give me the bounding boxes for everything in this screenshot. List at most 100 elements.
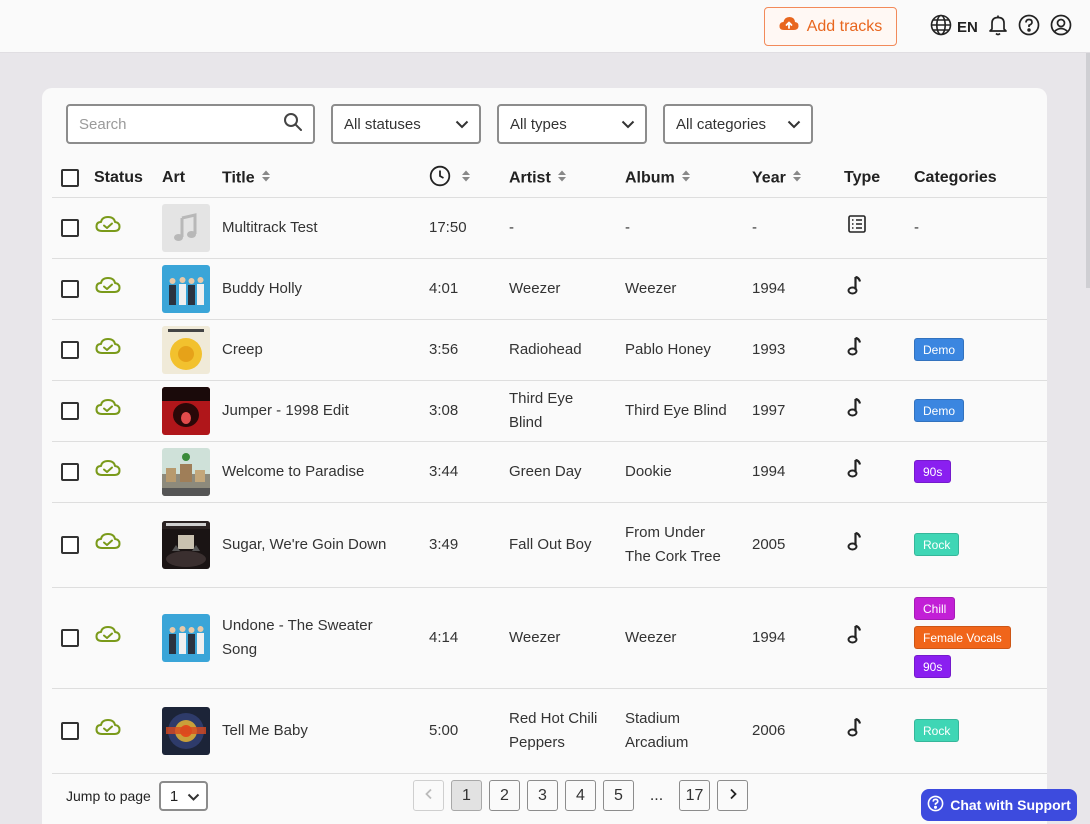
music-note-icon xyxy=(844,458,863,486)
help-icon[interactable] xyxy=(1018,14,1040,41)
table-row[interactable]: Multitrack Test 17:50 - - - - xyxy=(52,197,1047,259)
album-art xyxy=(162,264,210,313)
category-badge[interactable]: Demo xyxy=(914,338,965,361)
jump-to-page-value: 1 xyxy=(169,787,179,805)
music-note-icon xyxy=(844,275,863,303)
cloud-check-icon xyxy=(94,398,121,424)
category-badge[interactable]: 90s xyxy=(914,655,952,678)
category-badge[interactable]: Rock xyxy=(914,533,960,556)
duration-header[interactable] xyxy=(429,160,509,198)
sort-icon xyxy=(792,169,802,188)
page-button-last[interactable]: 17 xyxy=(679,780,710,811)
track-title[interactable]: Creep xyxy=(222,341,263,358)
track-artist: Third Eye Blind xyxy=(509,389,574,431)
category-badges: Demo xyxy=(914,399,1047,422)
album-art xyxy=(162,203,210,252)
track-duration: 4:01 xyxy=(429,279,459,297)
music-note-icon xyxy=(844,336,863,364)
track-title[interactable]: Jumper - 1998 Edit xyxy=(222,402,349,419)
track-title[interactable]: Sugar, We're Goin Down xyxy=(222,536,386,553)
select-all-checkbox[interactable] xyxy=(61,169,79,188)
row-checkbox[interactable] xyxy=(61,340,79,359)
status-header: Status xyxy=(94,160,162,198)
music-note-icon xyxy=(844,624,863,652)
search-input[interactable] xyxy=(79,115,269,133)
category-badge[interactable]: Female Vocals xyxy=(914,626,1011,649)
album-header[interactable]: Album xyxy=(625,160,752,198)
row-checkbox[interactable] xyxy=(61,628,79,647)
category-badge[interactable]: 90s xyxy=(914,460,952,483)
row-checkbox[interactable] xyxy=(61,721,79,740)
category-badges: 90s xyxy=(914,460,1047,483)
music-note-icon xyxy=(844,397,863,425)
row-checkbox[interactable] xyxy=(61,279,79,298)
categories-header: Categories xyxy=(914,160,1047,198)
page-button-3[interactable]: 3 xyxy=(527,780,558,811)
track-year: 1994 xyxy=(752,628,786,646)
prev-page-button[interactable] xyxy=(413,780,444,811)
bell-icon[interactable] xyxy=(988,14,1008,41)
language-selector[interactable]: EN xyxy=(930,14,978,40)
track-year: - xyxy=(752,218,757,236)
account-icon[interactable] xyxy=(1050,14,1072,41)
type-header: Type xyxy=(844,160,914,198)
track-album: Pablo Honey xyxy=(625,340,711,358)
album-art xyxy=(162,447,210,496)
chat-label: Chat with Support xyxy=(950,797,1071,813)
table-row[interactable]: Jumper - 1998 Edit 3:08 Third Eye Blind … xyxy=(52,380,1047,442)
track-title[interactable]: Welcome to Paradise xyxy=(222,463,364,480)
sort-icon xyxy=(461,169,471,188)
page-button-4[interactable]: 4 xyxy=(565,780,596,811)
page-button-2[interactable]: 2 xyxy=(489,780,520,811)
pagination-bar: Jump to page 1 1 2 3 4 5... 17 xyxy=(66,780,1026,812)
add-tracks-label: Add tracks xyxy=(806,17,883,35)
track-duration: 17:50 xyxy=(429,218,467,236)
type-filter-select[interactable]: All types xyxy=(497,104,647,144)
page-number: 1 xyxy=(462,786,471,804)
track-title[interactable]: Multitrack Test xyxy=(222,219,318,236)
category-badge[interactable]: Chill xyxy=(914,597,956,620)
chevron-down-icon xyxy=(187,788,200,805)
table-row[interactable]: Undone - The Sweater Song 4:14 Weezer We… xyxy=(52,587,1047,689)
table-row[interactable]: Creep 3:56 Radiohead Pablo Honey 1993 De… xyxy=(52,319,1047,381)
jump-to-page-select[interactable]: 1 xyxy=(158,781,208,811)
table-row[interactable]: Tell Me Baby 5:00 Red Hot Chili Peppers … xyxy=(52,688,1047,774)
title-header[interactable]: Title xyxy=(222,160,429,198)
table-row[interactable]: Sugar, We're Goin Down 3:49 Fall Out Boy… xyxy=(52,502,1047,588)
art-header: Art xyxy=(162,160,222,198)
row-checkbox[interactable] xyxy=(61,218,79,237)
year-header-label: Year xyxy=(752,169,786,187)
category-badge[interactable]: Demo xyxy=(914,399,965,422)
category-badge[interactable]: Rock xyxy=(914,719,960,742)
status-filter-select[interactable]: All statuses xyxy=(331,104,481,144)
row-checkbox[interactable] xyxy=(61,535,79,554)
table-row[interactable]: Buddy Holly 4:01 Weezer Weezer 1994 xyxy=(52,258,1047,320)
row-checkbox[interactable] xyxy=(61,401,79,420)
album-art xyxy=(162,613,210,662)
search-box[interactable] xyxy=(66,104,315,144)
chat-with-support-button[interactable]: Chat with Support xyxy=(921,789,1077,821)
page-number: 17 xyxy=(685,786,704,804)
filter-bar: All statuses All types All categories xyxy=(66,104,813,144)
page-scrollbar[interactable] xyxy=(1086,53,1090,288)
track-year: 2006 xyxy=(752,721,786,739)
cloud-upload-icon xyxy=(779,16,799,37)
track-album: Weezer xyxy=(625,279,677,297)
category-filter-select[interactable]: All categories xyxy=(663,104,813,144)
page-buttons: 1 2 3 4 5... 17 xyxy=(413,780,748,811)
cloud-check-icon xyxy=(94,337,121,363)
search-icon[interactable] xyxy=(283,112,303,137)
track-title[interactable]: Undone - The Sweater Song xyxy=(222,617,373,658)
table-row[interactable]: Welcome to Paradise 3:44 Green Day Dooki… xyxy=(52,441,1047,503)
next-page-button[interactable] xyxy=(717,780,748,811)
page-button-5[interactable]: 5 xyxy=(603,780,634,811)
track-title[interactable]: Buddy Holly xyxy=(222,280,302,297)
album-art xyxy=(162,706,210,755)
year-header[interactable]: Year xyxy=(752,160,844,198)
row-checkbox[interactable] xyxy=(61,462,79,481)
artist-header[interactable]: Artist xyxy=(509,160,625,198)
track-year: 2005 xyxy=(752,535,786,553)
track-title[interactable]: Tell Me Baby xyxy=(222,722,308,739)
page-button-1[interactable]: 1 xyxy=(451,780,482,811)
add-tracks-button[interactable]: Add tracks xyxy=(764,7,897,46)
